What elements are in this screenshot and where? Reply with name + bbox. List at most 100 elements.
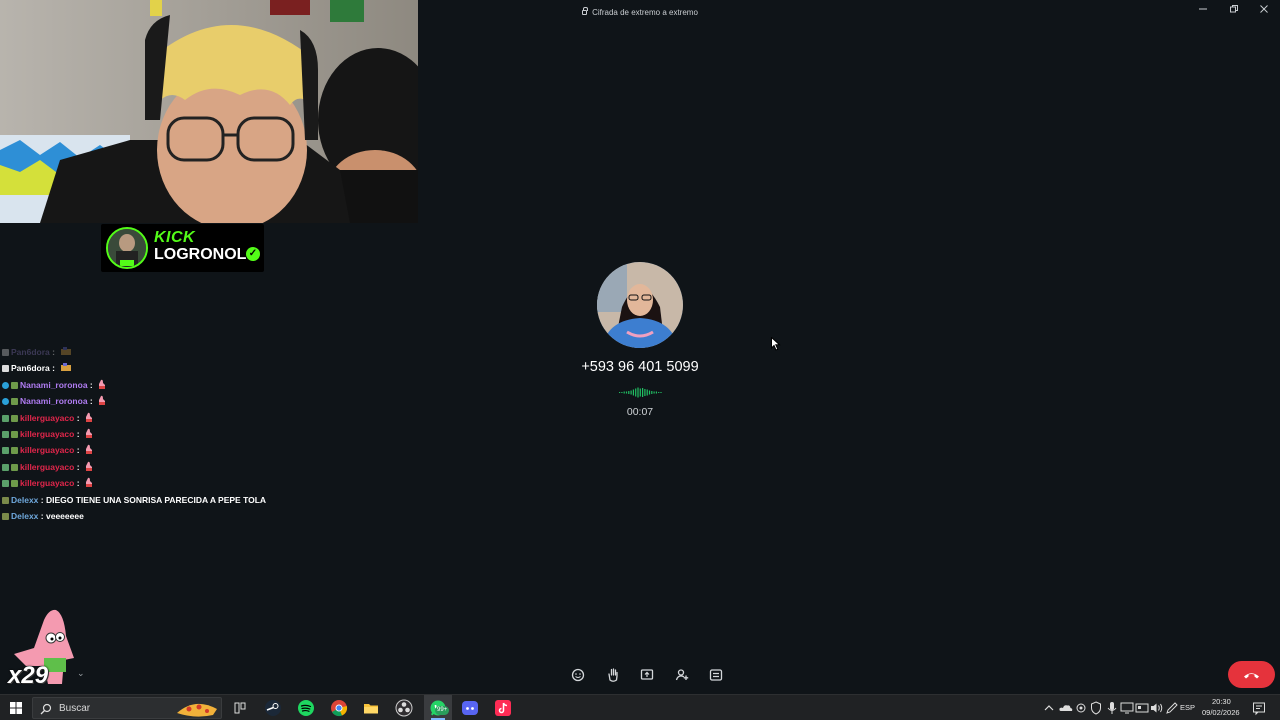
waveform-bar [632,389,634,396]
kick-avatar [106,227,148,269]
chat-badge-icon [11,381,18,389]
chat-badge-icon [2,447,9,455]
chat-message: Pan6dora : [2,344,302,360]
waveform-bar [630,390,632,395]
chat-username[interactable]: Delexx [11,495,38,505]
audio-waveform-icon [619,387,662,398]
raise-hand-button[interactable] [604,666,622,684]
share-screen-button[interactable] [638,666,656,684]
restore-icon [1230,5,1238,13]
close-icon [1260,5,1268,13]
windows-start-icon[interactable] [7,699,25,717]
chat-badge-icon [2,496,9,504]
search-placeholder: Buscar [59,703,91,714]
mouse-cursor-icon [771,337,781,351]
chat-username[interactable]: killerguayaco [20,429,74,439]
restore-button[interactable] [1225,4,1243,18]
waveform-bar [653,391,655,394]
search-icon [40,703,52,715]
windows-taskbar: Buscar 99+ ESP 20:30 09/02/2026 [0,694,1280,720]
emoji-reaction-button[interactable] [569,666,587,684]
add-participant-button[interactable] [673,666,691,684]
contact-photo [597,262,683,348]
pen-icon[interactable] [1163,699,1181,717]
notification-icon[interactable] [1250,699,1268,717]
discord-icon[interactable] [461,699,479,717]
chat-text: DIEGO TIENE UNA SONRISA PARECIDA A PEPE … [45,494,267,505]
chat-message: killerguayaco : [2,426,302,442]
spotify-icon[interactable] [297,699,315,717]
waveform-bar [637,387,639,398]
kick-channel-name: LOGRONOL [154,246,247,263]
chat-badge-icon [2,349,9,356]
end-call-button[interactable] [1228,661,1275,688]
streamer-webcam [0,0,418,223]
chat-username[interactable]: killerguayaco [20,478,74,488]
chat-badge-icon [11,430,18,438]
waveform-bar [639,388,641,397]
chat-username[interactable]: killerguayaco [20,445,74,455]
chevron-up-icon[interactable] [1040,699,1058,717]
chat-emote-icon [85,461,94,472]
chat-badge-icon [2,480,9,488]
chat-message: killerguayaco : [2,459,302,475]
waveform-bar [660,392,662,393]
avatar-image [108,229,146,267]
whatsapp-taskbar-button[interactable]: 99+ [424,695,452,720]
chat-message: Delexx : veeeeeee [2,508,302,524]
chat-username[interactable]: Pan6dora [11,347,50,357]
chat-emote-icon [60,346,72,357]
chat-emote-icon [85,477,94,488]
chat-username[interactable]: Nanami_roronoa [20,396,88,406]
close-button[interactable] [1255,4,1273,18]
chat-username[interactable]: killerguayaco [20,462,74,472]
phone-hangup-icon [1244,673,1259,679]
overlay-tag: x29 [8,662,49,689]
chevron-down-icon[interactable]: ⌄ [77,668,85,679]
waveform-bar [651,391,653,394]
taskbar-search[interactable]: Buscar [32,697,222,719]
chat-badge-icon [11,398,18,406]
chat-message: Nanami_roronoa : [2,377,302,393]
waveform-bar [658,392,660,393]
waveform-bar [623,391,625,394]
minimize-button[interactable] [1194,4,1212,18]
chat-badge-icon [2,381,9,389]
contact-avatar [597,262,683,348]
chat-username[interactable]: Nanami_roronoa [20,380,88,390]
clock-time[interactable]: 20:30 [1212,697,1231,706]
file-explorer-icon[interactable] [362,699,380,717]
more-options-button[interactable] [707,666,725,684]
waveform-bar [655,391,657,394]
chat-text: veeeeeee [45,510,84,521]
chat-emote-icon [85,428,94,439]
chat-badge-icon [11,480,18,488]
chat-message: Delexx : DIEGO TIENE UNA SONRISA PARECID… [2,492,302,508]
waveform-bar [635,388,637,397]
lock-icon [582,7,589,15]
chrome-icon[interactable] [330,699,348,717]
encryption-text: Cifrada de extremo a extremo [592,8,698,17]
chat-emote-icon [98,379,107,390]
screen: Cifrada de extremo a extremo KICK LOGRON… [0,0,1280,720]
chat-emote-icon [85,444,94,455]
clock-date[interactable]: 09/02/2026 [1202,708,1240,717]
contact-number: +593 96 401 5099 [581,359,699,375]
waveform-bar [619,392,621,393]
steam-icon[interactable] [264,699,282,717]
chat-badge-icon [2,463,9,471]
chat-message: killerguayaco : [2,475,302,491]
minimize-icon [1199,8,1207,10]
verified-icon: ✓ [246,247,260,261]
chat-emote-icon [98,395,107,406]
waveform-bar [644,389,646,396]
language-indicator[interactable]: ESP [1180,703,1195,712]
chat-username[interactable]: Delexx [11,511,38,521]
chat-badge-icon [2,398,9,406]
waveform-bar [625,391,628,394]
obs-icon[interactable] [395,699,413,717]
kick-channel-badge: KICK LOGRONOL ✓ [101,224,264,272]
tiktok-icon[interactable] [494,699,512,717]
waveform-bar [648,390,651,395]
task-view-icon[interactable] [231,699,249,717]
